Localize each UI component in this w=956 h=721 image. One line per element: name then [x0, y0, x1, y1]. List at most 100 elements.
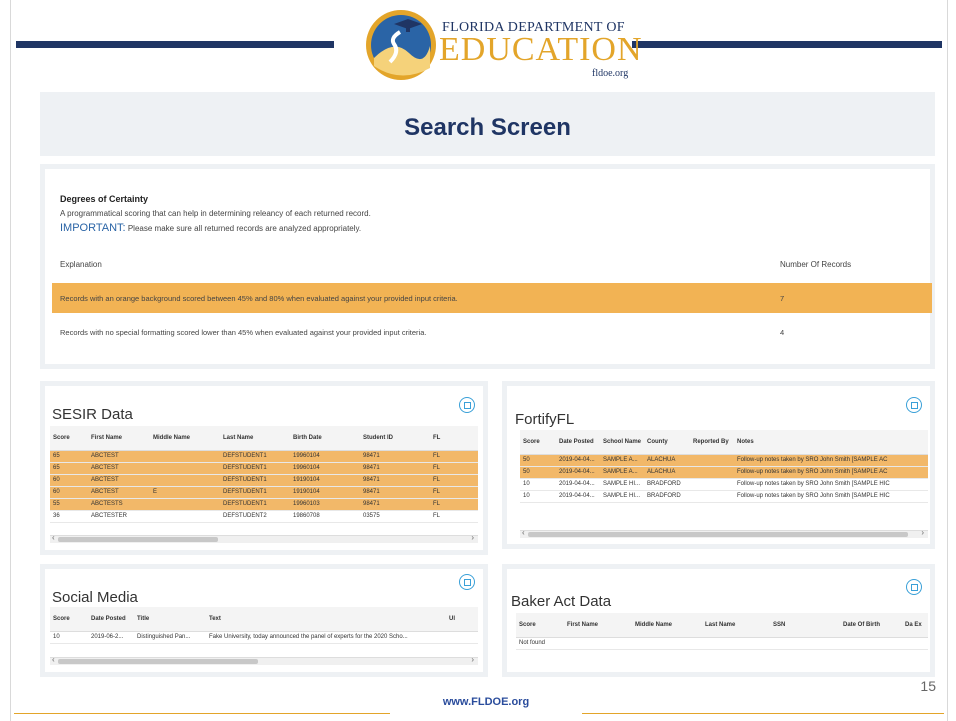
cell	[690, 466, 734, 479]
col-header[interactable]: Score	[50, 607, 88, 632]
cell: ALACHUA	[644, 454, 690, 467]
cell: 2019-06-2...	[88, 631, 134, 644]
baker-title: Baker Act Data	[511, 593, 612, 610]
logo-line2: EDUCATION	[439, 31, 643, 68]
cell: FL	[430, 474, 478, 487]
horizontal-scrollbar[interactable]: ‹ ›	[520, 528, 928, 538]
cell: 19960104	[290, 462, 360, 475]
edit-icon[interactable]	[906, 579, 922, 595]
col-header[interactable]: FL	[430, 426, 478, 451]
cell: 2019-04-04...	[556, 478, 600, 491]
sesir-panel: SESIR Data Score First Name Middle Name …	[40, 381, 488, 555]
cell: 98471	[360, 498, 430, 511]
col-header[interactable]: Student ID	[360, 426, 430, 451]
col-header[interactable]: Score	[520, 430, 556, 455]
footer-url-link[interactable]: www.FLDOE.org	[390, 696, 582, 708]
cell: DEFSTUDENT1	[220, 498, 290, 511]
table-row[interactable]: 50 2019-04-04... SAMPLE A... ALACHUA Follow-…	[520, 466, 928, 479]
cell: ABCTEST	[88, 462, 150, 475]
logo-line3: fldoe.org	[592, 68, 629, 79]
scroll-left-icon[interactable]: ‹	[522, 528, 525, 537]
col-header[interactable]: Middle Name	[150, 426, 220, 451]
col-header[interactable]: Title	[134, 607, 206, 632]
sesir-title: SESIR Data	[52, 406, 133, 423]
col-header[interactable]: Da Ex	[902, 613, 928, 638]
table-row[interactable]: 10 2019-04-04... SAMPLE HI... BRADFORD Follo…	[520, 478, 928, 491]
table-row[interactable]: 60 ABCTEST E DEFSTUDENT1 19190104 98471 FL	[50, 486, 478, 499]
scroll-thumb[interactable]	[58, 537, 218, 542]
scroll-left-icon[interactable]: ‹	[52, 533, 55, 542]
cell: ABCTEST	[88, 486, 150, 499]
table-row[interactable]: 55 ABCTESTS DEFSTUDENT1 19960103 98471 FL	[50, 498, 478, 511]
scroll-thumb[interactable]	[58, 659, 258, 664]
cell: FL	[430, 450, 478, 463]
horizontal-scrollbar[interactable]: ‹ ›	[50, 655, 478, 665]
cell: 98471	[360, 486, 430, 499]
col-header[interactable]: County	[644, 430, 690, 455]
social-panel: Social Media Score Date Posted Title Tex…	[40, 564, 488, 677]
edit-icon[interactable]	[459, 574, 475, 590]
social-table: Score Date Posted Title Text Ul 10 2019-0…	[50, 607, 478, 644]
scroll-thumb[interactable]	[528, 532, 908, 537]
table-row[interactable]: 10 2019-04-04... SAMPLE HI... BRADFORD Follo…	[520, 490, 928, 503]
table-row[interactable]: 60 ABCTEST DEFSTUDENT1 19190104 98471 FL	[50, 474, 478, 487]
cell: 10	[520, 490, 556, 503]
cell: Follow-up notes taken by SRO John Smith …	[734, 478, 928, 491]
scroll-right-icon[interactable]: ›	[921, 528, 924, 537]
col-header[interactable]: School Name	[600, 430, 644, 455]
col-records: Number Of Records	[780, 260, 852, 269]
table-row[interactable]: 36 ABCTESTER DEFSTUDENT2 19860708 03575 FL	[50, 510, 478, 523]
cell: Follow-up notes taken by SRO John Smith …	[734, 466, 928, 479]
cell: Distinguished Pan...	[134, 631, 206, 644]
cell: BRADFORD	[644, 490, 690, 503]
table-row[interactable]: 10 2019-06-2... Distinguished Pan... Fake U…	[50, 631, 478, 644]
col-header[interactable]: Date Posted	[556, 430, 600, 455]
cell: 98471	[360, 450, 430, 463]
col-header[interactable]: Birth Date	[290, 426, 360, 451]
page-number: 15	[920, 678, 936, 694]
col-header[interactable]: Date Posted	[88, 607, 134, 632]
cell: FL	[430, 498, 478, 511]
cell: 60	[50, 474, 88, 487]
col-header[interactable]: Last Name	[220, 426, 290, 451]
cell: DEFSTUDENT1	[220, 486, 290, 499]
table-row[interactable]: 65 ABCTEST DEFSTUDENT1 19960104 98471 FL	[50, 450, 478, 463]
cell	[150, 450, 220, 463]
col-header[interactable]: Text	[206, 607, 446, 632]
scroll-right-icon[interactable]: ›	[471, 655, 474, 664]
col-header[interactable]: Last Name	[702, 613, 770, 638]
cell: 10	[520, 478, 556, 491]
cell: SAMPLE HI...	[600, 478, 644, 491]
cell: FL	[430, 462, 478, 475]
col-header[interactable]: Reported By	[690, 430, 734, 455]
cell: 98471	[360, 474, 430, 487]
certainty-row-plain: Records with no special formatting score…	[52, 317, 932, 347]
page-title: Search Screen	[404, 114, 571, 141]
col-header[interactable]: Score	[516, 613, 564, 638]
cell: 2019-04-04...	[556, 454, 600, 467]
col-header[interactable]: Score	[50, 426, 88, 451]
footer-line-right	[582, 713, 944, 714]
cell: ABCTEST	[88, 474, 150, 487]
col-header[interactable]: Date Of Birth	[840, 613, 902, 638]
col-header[interactable]: SSN	[770, 613, 840, 638]
scroll-right-icon[interactable]: ›	[471, 533, 474, 542]
cell: 19190104	[290, 474, 360, 487]
edit-icon[interactable]	[459, 397, 475, 413]
col-header[interactable]: First Name	[88, 426, 150, 451]
col-header[interactable]: Middle Name	[632, 613, 702, 638]
table-row[interactable]: 50 2019-04-04... SAMPLE A... ALACHUA Follow-…	[520, 454, 928, 467]
cell	[150, 498, 220, 511]
baker-panel: Baker Act Data Score First Name Middle N…	[502, 564, 935, 677]
cell: 50	[520, 454, 556, 467]
scroll-left-icon[interactable]: ‹	[52, 655, 55, 664]
horizontal-scrollbar[interactable]: ‹ ›	[50, 533, 478, 543]
col-header[interactable]: Notes	[734, 430, 928, 455]
edit-icon[interactable]	[906, 397, 922, 413]
col-header[interactable]: Ul	[446, 607, 478, 632]
table-row[interactable]: 65 ABCTEST DEFSTUDENT1 19960104 98471 FL	[50, 462, 478, 475]
row-count: 7	[780, 294, 785, 303]
cell: 65	[50, 462, 88, 475]
col-header[interactable]: First Name	[564, 613, 632, 638]
row-count: 4	[780, 328, 785, 337]
